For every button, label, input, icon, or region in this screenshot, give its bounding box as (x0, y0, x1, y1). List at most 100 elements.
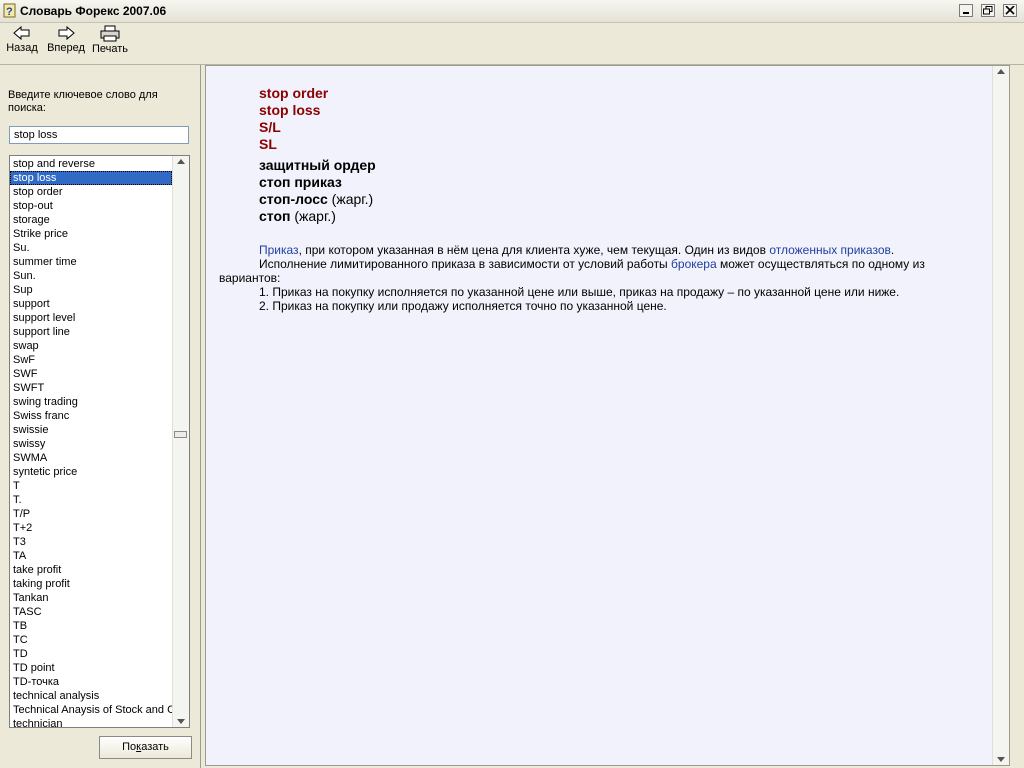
entry-term: SL (259, 136, 277, 152)
list-item[interactable]: support (10, 297, 172, 311)
list-item[interactable]: Sun. (10, 269, 172, 283)
entry-translation: стоп (жарг.) (259, 208, 376, 225)
list-item[interactable]: swissie (10, 423, 172, 437)
scroll-up-icon[interactable] (997, 69, 1005, 74)
list-item[interactable]: swissy (10, 437, 172, 451)
entry-term: stop loss (259, 102, 321, 118)
translation-word: стоп (259, 208, 291, 224)
list-item[interactable]: Sup (10, 283, 172, 297)
list-item[interactable]: Technical Anaysis of Stock and Commoditi… (10, 703, 172, 717)
arrow-left-icon (13, 25, 30, 41)
list-item[interactable]: T/P (10, 507, 172, 521)
translation-word: стоп приказ (259, 174, 342, 190)
scroll-up-icon[interactable] (177, 159, 185, 164)
entry-translation: стоп-лосс (жарг.) (259, 191, 376, 208)
list-item[interactable]: TB (10, 619, 172, 633)
entry-term: stop order (259, 85, 329, 101)
execution-text: Исполнение лимитированного приказа в зав… (259, 257, 672, 271)
article-scrollbar[interactable] (992, 66, 1009, 765)
list-item[interactable]: SWMA (10, 451, 172, 465)
translation-note: (жарг.) (290, 208, 336, 224)
list-item[interactable]: take profit (10, 563, 172, 577)
link-pending-orders[interactable]: отложенных приказов (769, 243, 891, 257)
definition-text: , при котором указанная в нём цена для к… (298, 243, 770, 257)
list-item[interactable]: TA (10, 549, 172, 563)
link-prikaz[interactable]: Приказ (259, 243, 299, 257)
svg-text:?: ? (6, 6, 13, 18)
article-body: Приказ, при котором указанная в нём цена… (219, 243, 959, 313)
definition-paragraph: Приказ, при котором указанная в нём цена… (219, 243, 959, 257)
list-item[interactable]: swap (10, 339, 172, 353)
list-item[interactable]: technical analysis (10, 689, 172, 703)
scrollbar-thumb[interactable] (174, 431, 187, 438)
list-item[interactable]: technician (10, 717, 172, 727)
window-title: Словарь Форекс 2007.06 (20, 4, 167, 18)
list-item[interactable]: stop order (10, 185, 172, 199)
list-item[interactable]: SWF (10, 367, 172, 381)
list-item[interactable]: taking profit (10, 577, 172, 591)
back-label: Назад (6, 42, 38, 54)
translation-list: защитный ордер стоп приказ стоп-лосс (жарг… (259, 157, 376, 225)
close-icon (1005, 6, 1015, 15)
search-pane: Введите ключевое слово для поиска: stop … (0, 65, 201, 768)
list-item[interactable]: T+2 (10, 521, 172, 535)
list-item[interactable]: summer time (10, 255, 172, 269)
list-item[interactable]: support line (10, 325, 172, 339)
list-item[interactable]: Su. (10, 241, 172, 255)
minimize-button[interactable] (959, 4, 973, 17)
toolbar: Назад Вперед Печать (0, 23, 1024, 65)
list-item[interactable]: SWFT (10, 381, 172, 395)
search-input[interactable] (9, 126, 189, 144)
list-item[interactable]: syntetic price (10, 465, 172, 479)
term-list: stop order stop loss S/L SL (259, 85, 376, 153)
entry-term: S/L (259, 119, 281, 135)
link-broker[interactable]: брокера (671, 257, 717, 271)
option-2: 2. Приказ на покупку или продажу исполня… (259, 299, 667, 313)
article-pane: stop order stop loss S/L SL защитный ордер с… (205, 65, 1010, 766)
forward-label: Вперед (47, 42, 85, 54)
list-item[interactable]: Swiss franc (10, 409, 172, 423)
list-item[interactable]: swing trading (10, 395, 172, 409)
close-button[interactable] (1003, 4, 1017, 17)
print-label: Печать (91, 43, 129, 55)
list-item[interactable]: storage (10, 213, 172, 227)
back-button[interactable]: Назад (5, 25, 39, 63)
minimize-icon (963, 12, 969, 14)
print-button[interactable]: Печать (91, 25, 129, 63)
arrow-right-icon (58, 25, 75, 41)
entry-translation: защитный ордер (259, 157, 376, 174)
list-item[interactable]: TC (10, 633, 172, 647)
option-1: 1. Приказ на покупку исполняется по указ… (259, 285, 900, 299)
restore-icon (983, 6, 993, 15)
scroll-down-icon[interactable] (997, 757, 1005, 762)
translation-word: защитный ордер (259, 157, 376, 173)
show-button[interactable]: Показать (99, 736, 192, 759)
entry-header: stop order stop loss S/L SL защитный ордер с… (259, 85, 376, 225)
list-item[interactable]: TD (10, 647, 172, 661)
list-item[interactable]: stop and reverse (10, 157, 172, 171)
list-item[interactable]: T3 (10, 535, 172, 549)
keyword-list-scrollbar[interactable] (172, 156, 189, 727)
list-item[interactable]: Strike price (10, 227, 172, 241)
translation-word: стоп-лосс (259, 191, 328, 207)
forward-button[interactable]: Вперед (46, 25, 86, 63)
show-label-2: азать (141, 741, 169, 753)
list-item[interactable]: stop-out (10, 199, 172, 213)
show-label-1: По (122, 741, 137, 753)
translation-note: (жарг.) (327, 191, 374, 207)
list-item[interactable]: TD point (10, 661, 172, 675)
list-item[interactable]: Tankan (10, 591, 172, 605)
list-item[interactable]: TD-точка (10, 675, 172, 689)
entry-translation: стоп приказ (259, 174, 376, 191)
scroll-down-icon[interactable] (177, 719, 185, 724)
list-item[interactable]: stop loss (10, 171, 172, 185)
list-item[interactable]: T (10, 479, 172, 493)
list-item[interactable]: T. (10, 493, 172, 507)
definition-end: . (890, 243, 895, 257)
list-item[interactable]: SwF (10, 353, 172, 367)
restore-button[interactable] (981, 4, 995, 17)
title-bar: ? Словарь Форекс 2007.06 (0, 0, 1024, 23)
list-item[interactable]: support level (10, 311, 172, 325)
list-item[interactable]: TASC (10, 605, 172, 619)
keyword-list[interactable]: stop and reverse stop loss stop order stop-… (9, 155, 190, 728)
